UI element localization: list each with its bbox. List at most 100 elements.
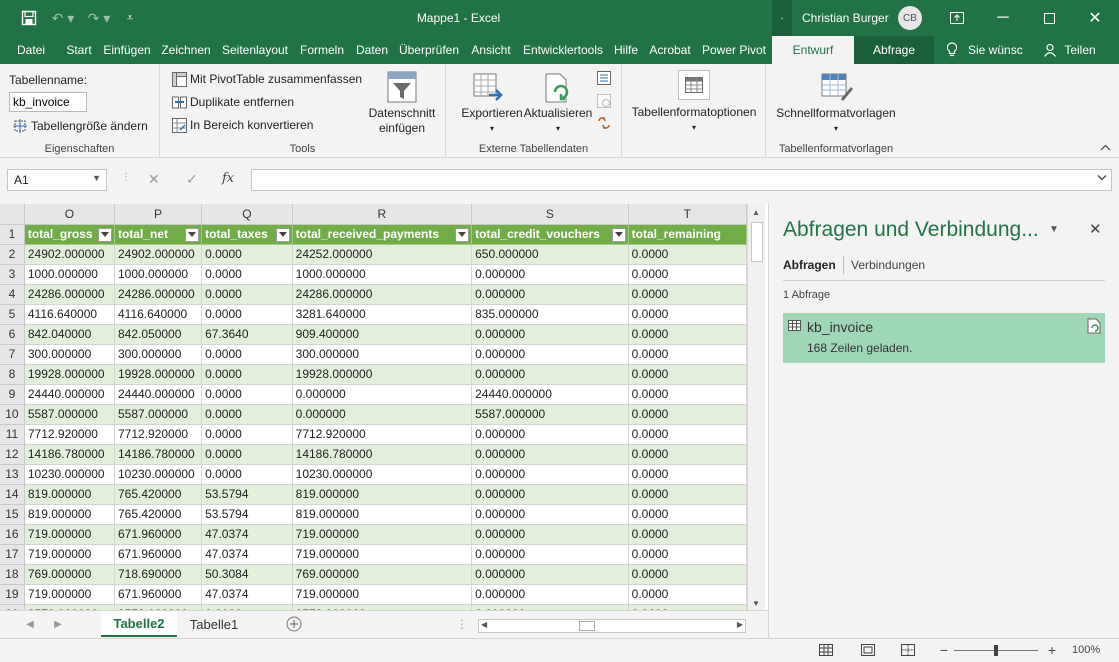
table-cell[interactable]: 24286.000000 (24, 284, 115, 305)
column-header[interactable]: T (628, 204, 747, 225)
insert-slicer-button[interactable]: Datenschnitt einfügen (364, 106, 440, 136)
insert-function-icon[interactable]: fx (222, 171, 234, 186)
table-cell[interactable]: 24902.000000 (114, 244, 203, 265)
table-cell[interactable]: 5587.000000 (114, 404, 203, 425)
table-cell[interactable]: 5587.000000 (471, 404, 629, 425)
tab-abfrage[interactable]: Abfrage (854, 36, 934, 64)
table-cell[interactable]: 14186.780000 (292, 444, 473, 465)
tab-zeichnen[interactable]: Zeichnen (158, 36, 214, 64)
scroll-up-icon[interactable]: ▲ (752, 208, 760, 217)
table-cell[interactable]: 0.0000 (201, 424, 293, 445)
worksheet-grid[interactable]: O P Q R S T 1 total_gross total_net total_taxes to… (0, 204, 747, 610)
share-person-icon[interactable] (1042, 36, 1058, 64)
lightbulb-icon[interactable] (940, 36, 964, 64)
row-header[interactable]: 5 (0, 304, 25, 325)
horizontal-scrollbar[interactable]: ◀ ▶ (478, 619, 746, 633)
zoom-in-icon[interactable]: + (1044, 642, 1060, 658)
row-header[interactable]: 7 (0, 344, 25, 365)
table-cell[interactable]: 0.000000 (471, 504, 629, 525)
table-cell[interactable]: 819.000000 (24, 504, 115, 525)
row-header[interactable]: 18 (0, 564, 25, 585)
table-cell[interactable]: 0.0000 (628, 524, 747, 545)
quick-styles-button[interactable]: Schnellformatvorlagen ▾ (770, 106, 902, 136)
tab-start[interactable]: Start (62, 36, 96, 64)
table-cell[interactable]: 719.000000 (292, 584, 473, 605)
table-cell[interactable]: 0.0000 (628, 504, 747, 525)
cancel-icon[interactable]: ✕ (148, 171, 160, 188)
table-cell[interactable]: 24440.000000 (24, 384, 115, 405)
table-cell[interactable]: 0.0000 (628, 464, 747, 485)
column-header[interactable]: R (292, 204, 473, 225)
table-cell[interactable]: 0.000000 (471, 264, 629, 285)
table-cell[interactable]: 0.0000 (201, 404, 293, 425)
formula-input[interactable] (251, 169, 1112, 191)
pane-close-icon[interactable]: ✕ (1089, 220, 1102, 238)
filter-dropdown-icon[interactable] (97, 227, 112, 242)
table-cell[interactable]: 0.0000 (201, 464, 293, 485)
tab-ueberpruefen[interactable]: Überprüfen (396, 36, 462, 64)
table-cell[interactable]: 842.050000 (114, 324, 203, 345)
row-header[interactable]: 11 (0, 424, 25, 445)
row-header[interactable]: 1 (0, 224, 25, 245)
tab-split-grip-icon[interactable]: ⋮ (456, 611, 468, 637)
tab-power-pivot[interactable]: Power Pivot (698, 36, 770, 64)
filter-dropdown-icon[interactable] (275, 227, 290, 242)
row-header[interactable]: 12 (0, 444, 25, 465)
table-cell[interactable]: 10230.000000 (114, 464, 203, 485)
table-cell[interactable]: 0.0000 (628, 304, 747, 325)
table-cell[interactable]: 719.000000 (292, 524, 473, 545)
table-cell[interactable]: 0.0000 (628, 564, 747, 585)
close-icon[interactable]: ✕ (1080, 0, 1110, 36)
user-name[interactable]: Christian Burger (802, 0, 889, 36)
table-cell[interactable]: 719.000000 (292, 544, 473, 565)
table-cell[interactable]: 300.000000 (292, 344, 473, 365)
column-header[interactable]: O (24, 204, 115, 225)
table-cell[interactable]: 0.0000 (628, 544, 747, 565)
table-cell[interactable]: 0.0000 (628, 424, 747, 445)
table-cell[interactable]: 0.0000 (628, 244, 747, 265)
table-cell[interactable]: 3281.640000 (292, 304, 473, 325)
zoom-level[interactable]: 100% (1072, 644, 1100, 656)
share-button[interactable]: Teilen (1062, 36, 1098, 64)
table-cell[interactable]: 7712.920000 (114, 424, 203, 445)
select-all-corner[interactable] (0, 204, 25, 225)
table-cell[interactable]: 4116.640000 (114, 304, 203, 325)
table-cell[interactable]: 24440.000000 (114, 384, 203, 405)
table-cell[interactable]: 0.0000 (628, 484, 747, 505)
table-cell[interactable]: 47.0374 (201, 544, 293, 565)
table-cell[interactable]: 0.0000 (628, 404, 747, 425)
pivot-summary-button[interactable]: Mit PivotTable zusammenfassen (190, 72, 362, 86)
properties-icon[interactable] (596, 70, 612, 86)
vertical-scrollbar[interactable]: ▲ ▼ (747, 204, 765, 610)
scroll-right-icon[interactable]: ▶ (737, 620, 743, 629)
filter-dropdown-icon[interactable] (611, 227, 626, 242)
page-break-preview-icon[interactable] (900, 643, 916, 657)
row-header[interactable]: 19 (0, 584, 25, 605)
table-cell[interactable]: 50.3084 (201, 564, 293, 585)
collapse-ribbon-icon[interactable] (1100, 142, 1111, 154)
table-cell[interactable]: 0.000000 (471, 464, 629, 485)
table-cell[interactable]: 24286.000000 (114, 284, 203, 305)
table-cell[interactable]: 0.000000 (471, 484, 629, 505)
table-cell[interactable]: 10230.000000 (24, 464, 115, 485)
table-cell[interactable]: 671.960000 (114, 584, 203, 605)
table-cell[interactable]: 300.000000 (114, 344, 203, 365)
table-cell[interactable]: 0.000000 (471, 444, 629, 465)
table-cell[interactable]: 769.000000 (24, 564, 115, 585)
scroll-left-icon[interactable]: ◀ (481, 620, 487, 629)
tab-entwurf[interactable]: Entwurf (772, 36, 854, 64)
table-cell[interactable]: 0.000000 (292, 404, 473, 425)
table-cell[interactable]: 0.0000 (201, 264, 293, 285)
table-cell[interactable]: 19928.000000 (24, 364, 115, 385)
column-header[interactable]: P (114, 204, 203, 225)
tab-ansicht[interactable]: Ansicht (466, 36, 516, 64)
row-header[interactable]: 6 (0, 324, 25, 345)
table-cell[interactable]: 719.000000 (24, 584, 115, 605)
table-cell[interactable]: 0.000000 (471, 564, 629, 585)
pane-tab-queries[interactable]: Abfragen (783, 258, 836, 272)
refresh-query-icon[interactable] (1087, 318, 1101, 337)
table-cell[interactable]: 47.0374 (201, 524, 293, 545)
refresh-button[interactable]: Aktualisieren ▾ (520, 106, 596, 136)
table-cell[interactable]: 4116.640000 (24, 304, 115, 325)
table-cell[interactable]: 0.0000 (201, 304, 293, 325)
